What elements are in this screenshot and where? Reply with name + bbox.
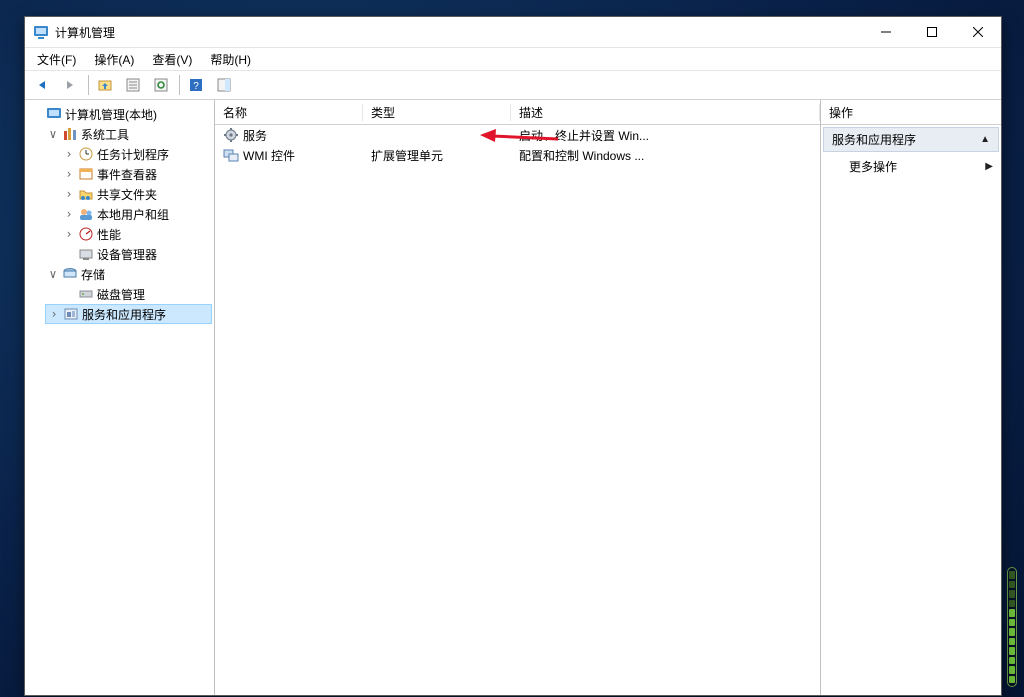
svg-text:?: ?: [193, 81, 199, 92]
action-label: 更多操作: [849, 158, 897, 175]
actions-section-header[interactable]: 服务和应用程序 ▲: [823, 127, 999, 152]
titlebar[interactable]: 计算机管理: [25, 17, 1001, 48]
tree-label: 磁盘管理: [97, 286, 145, 303]
menu-view[interactable]: 查看(V): [144, 49, 200, 70]
computer-management-window: 计算机管理 文件(F) 操作(A) 查看(V) 帮助(H) ?: [24, 16, 1002, 696]
tree-performance[interactable]: › 性能: [61, 224, 212, 244]
show-hide-action-pane-button[interactable]: [211, 72, 237, 98]
users-icon: [78, 206, 94, 222]
tree-storage[interactable]: ∨ 存储: [45, 264, 212, 284]
tree-label: 事件查看器: [97, 166, 157, 183]
performance-icon: [78, 226, 94, 242]
list-header: 名称 类型 描述: [215, 100, 820, 125]
back-button[interactable]: [29, 72, 55, 98]
tree-label: 系统工具: [81, 126, 129, 143]
computer-icon: [46, 106, 62, 122]
services-apps-icon: [63, 306, 79, 322]
actions-pane: 操作 服务和应用程序 ▲ 更多操作 ▶: [821, 100, 1001, 695]
list-cell-name: WMI 控件: [243, 147, 295, 164]
disk-icon: [78, 286, 94, 302]
expand-icon[interactable]: ›: [63, 227, 75, 241]
refresh-button[interactable]: [148, 72, 174, 98]
submenu-icon: ▶: [985, 161, 993, 172]
help-button[interactable]: ?: [183, 72, 209, 98]
wmi-icon: [223, 147, 239, 163]
menu-file[interactable]: 文件(F): [29, 49, 84, 70]
toolbar: ?: [25, 71, 1001, 100]
tree-device-manager[interactable]: · 设备管理器: [61, 244, 212, 264]
column-description[interactable]: 描述: [511, 104, 820, 121]
forward-button[interactable]: [57, 72, 83, 98]
column-name[interactable]: 名称: [215, 104, 363, 121]
storage-icon: [62, 266, 78, 282]
content-area: · 计算机管理(本地) ∨ 系统工具: [25, 100, 1001, 695]
actions-section-label: 服务和应用程序: [832, 131, 916, 148]
tree-label: 性能: [97, 226, 121, 243]
toolbar-separator: [179, 75, 180, 95]
minimize-button[interactable]: [863, 17, 909, 47]
sound-meter-widget: [1007, 567, 1017, 687]
column-type[interactable]: 类型: [363, 104, 511, 121]
device-icon: [78, 246, 94, 262]
navigation-tree[interactable]: · 计算机管理(本地) ∨ 系统工具: [25, 100, 215, 695]
expand-icon[interactable]: ›: [63, 187, 75, 201]
expand-icon[interactable]: ›: [63, 167, 75, 181]
tree-label: 本地用户和组: [97, 206, 169, 223]
actions-title: 操作: [821, 100, 1001, 125]
collapse-icon[interactable]: ∨: [47, 127, 59, 141]
list-cell-type: 扩展管理单元: [363, 147, 511, 164]
properties-button[interactable]: [120, 72, 146, 98]
expand-icon[interactable]: ›: [48, 307, 60, 321]
list-item-services[interactable]: 服务 启动、终止并设置 Win...: [215, 125, 820, 145]
menu-help[interactable]: 帮助(H): [202, 49, 259, 70]
tree-label: 任务计划程序: [97, 146, 169, 163]
tree-label: 设备管理器: [97, 246, 157, 263]
action-more[interactable]: 更多操作 ▶: [821, 154, 1001, 179]
tree-label: 存储: [81, 266, 105, 283]
tree-event-viewer[interactable]: › 事件查看器: [61, 164, 212, 184]
tree-services-and-applications[interactable]: › 服务和应用程序: [45, 304, 212, 324]
tree-root[interactable]: · 计算机管理(本地): [29, 104, 212, 124]
close-button[interactable]: [955, 17, 1001, 47]
list-body: 服务 启动、终止并设置 Win... WMI 控件 扩展管理单元 配置和控制 W…: [215, 125, 820, 165]
list-cell-name: 服务: [243, 127, 267, 144]
expand-icon[interactable]: ›: [63, 147, 75, 161]
tools-icon: [62, 126, 78, 142]
maximize-button[interactable]: [909, 17, 955, 47]
up-button[interactable]: [92, 72, 118, 98]
app-icon: [33, 24, 49, 40]
list-cell-desc: 启动、终止并设置 Win...: [511, 127, 820, 144]
collapse-icon[interactable]: ∨: [47, 267, 59, 281]
tree-label: 计算机管理(本地): [65, 106, 157, 123]
tree-disk-management[interactable]: · 磁盘管理: [61, 284, 212, 304]
event-icon: [78, 166, 94, 182]
menu-action[interactable]: 操作(A): [86, 49, 142, 70]
tree-shared-folders[interactable]: › 共享文件夹: [61, 184, 212, 204]
window-title: 计算机管理: [55, 24, 863, 41]
tree-system-tools[interactable]: ∨ 系统工具: [45, 124, 212, 144]
menubar: 文件(F) 操作(A) 查看(V) 帮助(H): [25, 48, 1001, 71]
clock-icon: [78, 146, 94, 162]
shared-folder-icon: [78, 186, 94, 202]
list-item-wmi[interactable]: WMI 控件 扩展管理单元 配置和控制 Windows ...: [215, 145, 820, 165]
tree-local-users[interactable]: › 本地用户和组: [61, 204, 212, 224]
gear-icon: [223, 127, 239, 143]
expand-icon[interactable]: ›: [63, 207, 75, 221]
toolbar-separator: [88, 75, 89, 95]
tree-label: 服务和应用程序: [82, 306, 166, 323]
details-list[interactable]: 名称 类型 描述 服务 启动、终止并设置 Win... WMI 控件: [215, 100, 821, 695]
tree-task-scheduler[interactable]: › 任务计划程序: [61, 144, 212, 164]
list-cell-desc: 配置和控制 Windows ...: [511, 147, 820, 164]
tree-label: 共享文件夹: [97, 186, 157, 203]
collapse-icon: ▲: [980, 134, 990, 145]
window-buttons: [863, 17, 1001, 47]
